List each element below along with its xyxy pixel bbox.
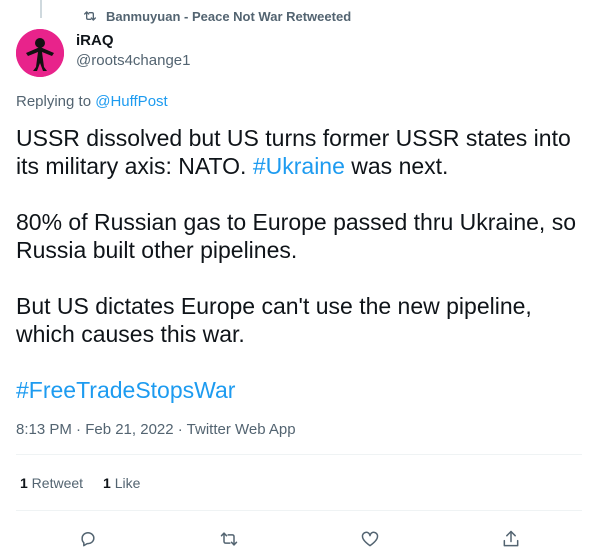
author-display-name[interactable]: iRAQ [76,31,190,51]
share-button[interactable] [494,522,528,556]
reply-button[interactable] [71,522,105,556]
likes-stat[interactable]: 1 Like [103,474,140,492]
thread-connector-line [40,0,42,18]
like-button[interactable] [353,522,387,556]
tweet-text: USSR dissolved but US turns former USSR … [16,124,582,404]
retweet-icon [84,11,96,21]
replying-to-prefix: Replying to [16,93,96,110]
avatar-figure-icon [16,29,64,77]
replying-to: Replying to @HuffPost [16,92,168,112]
tweet-text-segment: was next. [344,153,449,179]
retweets-count: 1 [20,475,28,491]
likes-count: 1 [103,475,111,491]
tweet-paragraph-3: But US dictates Europe can't use the new… [16,293,532,347]
retweets-label: Retweet [27,475,84,491]
avatar[interactable] [16,29,64,77]
hashtag-ukraine[interactable]: #Ukraine [253,153,345,179]
tweet-paragraph-1: USSR dissolved but US turns former USSR … [16,124,582,180]
retweet-context[interactable]: Banmuyuan - Peace Not War Retweeted [82,7,351,25]
retweets-stat[interactable]: 1 Retweet [20,474,83,492]
share-icon [503,530,519,547]
retweet-context-label: Banmuyuan - Peace Not War Retweeted [106,8,352,24]
replying-to-mention[interactable]: @HuffPost [95,93,167,110]
tweet-actions-bar [0,518,598,552]
tweet-paragraph-4: #FreeTradeStopsWar [16,376,582,404]
tweet-paragraph-2: 80% of Russian gas to Europe passed thru… [16,209,576,263]
divider [16,510,582,511]
retweet-icon [220,532,238,546]
retweet-button[interactable] [212,522,246,556]
tweet-stats: 1 Retweet 1 Like [20,474,140,492]
reply-icon [81,532,95,547]
likes-label: Like [110,475,141,491]
tweet-timestamp[interactable]: 8:13 PM · Feb 21, 2022 · Twitter Web App [16,420,296,440]
divider [16,454,582,455]
hashtag-freetradestopswar[interactable]: #FreeTradeStopsWar [16,377,235,403]
heart-icon [361,531,379,547]
author-handle[interactable]: @roots4change1 [76,51,190,71]
